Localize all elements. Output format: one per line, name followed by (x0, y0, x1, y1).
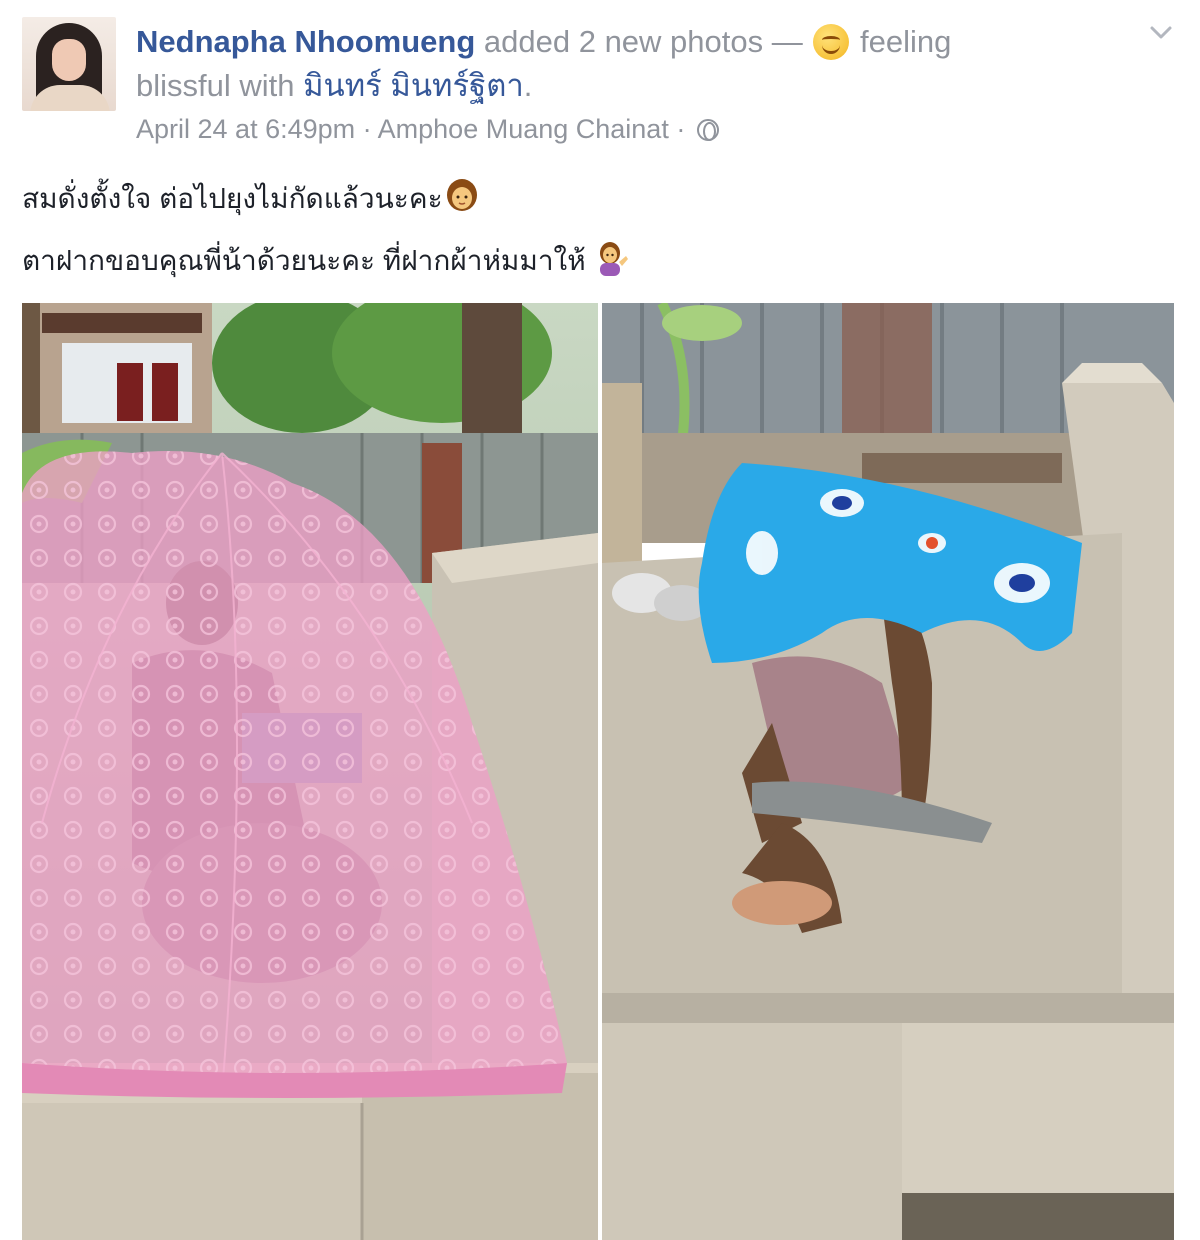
action-text: added 2 new photos — (475, 24, 812, 59)
smiling-face-icon (813, 24, 850, 60)
post-message-line-1: สมดั่งตั้งใจ ต่อไปยุงไม่กัดแล้วนะคะ (22, 178, 479, 219)
woman-emoji-icon (446, 179, 477, 211)
photo-blanket[interactable] (602, 303, 1174, 1240)
post-meta: April 24 at 6:49pm · Amphoe Muang Chaina… (136, 111, 719, 147)
meta-separator: · (355, 114, 378, 144)
chevron-down-icon[interactable] (1148, 20, 1174, 46)
feeling-word: blissful with (136, 68, 304, 103)
feeling-label: feeling (851, 24, 952, 59)
post-header: Nednapha Nhoomueng added 2 new photos — … (136, 20, 1096, 108)
woman-tipping-hand-emoji-icon (600, 242, 629, 276)
meta-separator: · (668, 114, 693, 144)
tagged-person-link[interactable]: มินทร์ มินทร์ฐิตา (303, 68, 524, 103)
location-link[interactable]: Amphoe Muang Chainat (378, 114, 669, 144)
message-text-1: สมดั่งตั้งใจ ต่อไปยุงไม่กัดแล้วนะคะ (22, 183, 443, 214)
tag-end: . (523, 68, 533, 103)
author-name-link[interactable]: Nednapha Nhoomueng (136, 24, 475, 59)
photo-mosquito-net[interactable] (22, 303, 598, 1240)
message-text-2: ตาฝากขอบคุณพี่น้าด้วยนะคะ ที่ฝากผ้าห่มมา… (22, 245, 594, 276)
avatar[interactable] (22, 17, 116, 111)
globe-icon[interactable] (696, 119, 719, 141)
timestamp-link[interactable]: April 24 at 6:49pm (136, 114, 355, 144)
facebook-post: Nednapha Nhoomueng added 2 new photos — … (0, 0, 1200, 1240)
post-message-line-2: ตาฝากขอบคุณพี่น้าด้วยนะคะ ที่ฝากผ้าห่มมา… (22, 240, 629, 281)
